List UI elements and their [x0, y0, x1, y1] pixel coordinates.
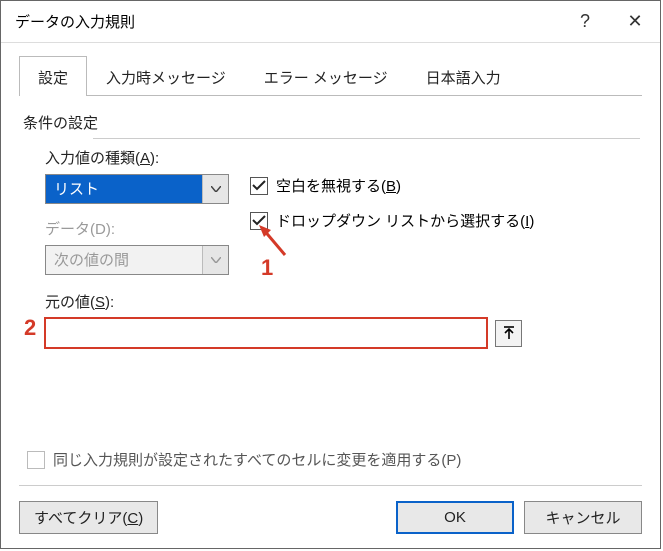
tab-error-message[interactable]: エラー メッセージ [245, 56, 407, 96]
tab-settings[interactable]: 設定 [19, 56, 87, 96]
allow-label: 入力値の種類(A): [45, 147, 250, 168]
close-button[interactable]: ✕ [610, 1, 660, 43]
apply-all-label: 同じ入力規則が設定されたすべてのセルに変更を適用する(P) [53, 449, 461, 470]
ok-button[interactable]: OK [396, 501, 514, 534]
dropdown-row: ドロップダウン リストから選択する(I) [250, 210, 534, 231]
in-cell-dropdown-label: ドロップダウン リストから選択する(I) [276, 210, 534, 231]
section-divider [93, 138, 640, 139]
source-label: 元の値(S): [45, 291, 642, 312]
chevron-down-icon [202, 175, 228, 203]
tab-input-message[interactable]: 入力時メッセージ [87, 56, 245, 96]
chevron-down-icon [202, 246, 228, 274]
range-picker-button[interactable] [495, 320, 522, 347]
content-area: 設定 入力時メッセージ エラー メッセージ 日本語入力 条件の設定 入力値の種類… [1, 43, 660, 348]
data-select-value: 次の値の間 [46, 246, 202, 274]
ignore-blank-checkbox[interactable] [250, 177, 268, 195]
help-icon: ? [580, 11, 590, 32]
tab-ime[interactable]: 日本語入力 [407, 56, 520, 96]
button-row: すべてクリア(C) OK キャンセル [19, 501, 642, 534]
clear-all-button[interactable]: すべてクリア(C) [19, 501, 158, 534]
dialog-window: データの入力規則 ? ✕ 設定 入力時メッセージ エラー メッセージ 日本語入力… [0, 0, 661, 549]
cancel-button[interactable]: キャンセル [524, 501, 642, 534]
ignore-blank-row: 空白を無視する(B) [250, 175, 534, 196]
allow-select[interactable]: リスト [45, 174, 229, 204]
help-button[interactable]: ? [560, 1, 610, 43]
data-label: データ(D): [45, 218, 250, 239]
section-label: 条件の設定 [23, 115, 98, 132]
check-icon [252, 180, 266, 191]
ignore-blank-label: 空白を無視する(B) [276, 175, 401, 196]
bottom-divider [19, 485, 642, 486]
tab-bar: 設定 入力時メッセージ エラー メッセージ 日本語入力 [19, 55, 642, 96]
window-title: データの入力規則 [15, 11, 560, 32]
data-select: 次の値の間 [45, 245, 229, 275]
in-cell-dropdown-checkbox[interactable] [250, 212, 268, 230]
collapse-dialog-icon [502, 326, 516, 340]
criteria-section: 条件の設定 入力値の種類(A): リスト [19, 96, 642, 348]
form-area: 入力値の種類(A): リスト データ(D): 次の値の間 [23, 133, 642, 348]
source-row: 元の値(S): [45, 275, 642, 348]
titlebar: データの入力規則 ? ✕ [1, 1, 660, 43]
check-icon [252, 215, 266, 226]
allow-select-value: リスト [46, 175, 202, 203]
apply-all-row: 同じ入力規則が設定されたすべてのセルに変更を適用する(P) [27, 449, 461, 470]
apply-all-checkbox [27, 451, 45, 469]
close-icon: ✕ [627, 11, 642, 32]
source-input[interactable] [45, 318, 487, 348]
